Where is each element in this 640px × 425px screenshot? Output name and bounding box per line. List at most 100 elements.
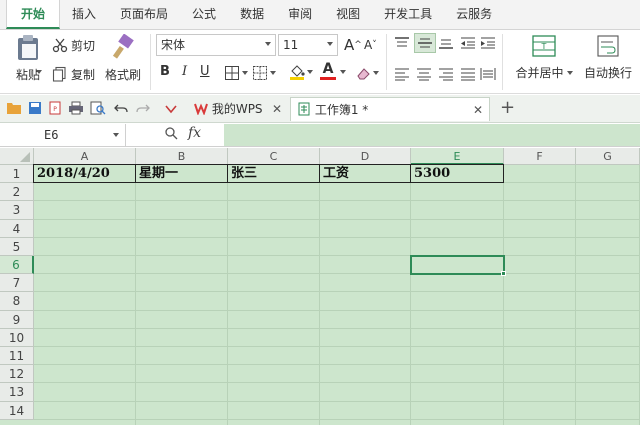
column-gridline (319, 165, 320, 425)
align-top-icon (395, 37, 409, 47)
column-header-d[interactable]: D (320, 148, 411, 165)
spreadsheet-grid[interactable]: ABCDEFG 1 2 3 4 5 6 7 8 9 10 11 12 13 14 2018/4/20 星期一… (0, 148, 640, 425)
format-painter-button[interactable]: 格式刷 (104, 34, 142, 88)
redo-button[interactable] (136, 101, 150, 115)
menu-tab[interactable]: 数据 (228, 0, 276, 29)
undo-icon (114, 104, 128, 113)
outdent-icon (461, 37, 475, 49)
customize-toolbar-button[interactable] (164, 103, 178, 115)
font-color-button[interactable]: A (320, 62, 336, 80)
save-button[interactable] (28, 101, 42, 115)
row-header-14[interactable]: 14 (0, 401, 34, 420)
cut-button[interactable]: 剪切 (52, 35, 95, 55)
clear-format-button[interactable] (356, 65, 379, 81)
name-box[interactable]: E6 (0, 124, 126, 146)
menu-tab[interactable]: 公式 (180, 0, 228, 29)
print-preview-button[interactable] (90, 101, 106, 115)
menu-tab[interactable]: 页面布局 (108, 0, 180, 29)
column-header-a[interactable]: A (34, 148, 136, 165)
row-header-10[interactable]: 10 (0, 328, 34, 347)
font-name-select[interactable]: 宋体 (156, 34, 276, 56)
paste-dropdown[interactable] (36, 70, 42, 74)
menu-tab[interactable]: 审阅 (276, 0, 324, 29)
distributed-align-button[interactable] (480, 67, 496, 81)
cell-b1[interactable]: 星期一 (136, 165, 178, 183)
select-all-corner[interactable] (0, 148, 34, 165)
cut-label: 剪切 (71, 38, 96, 53)
export-pdf-button[interactable]: P (48, 101, 62, 115)
fill-color-button[interactable] (288, 63, 313, 81)
zoom-formula-button[interactable] (164, 126, 178, 140)
menu-tab[interactable]: 插入 (60, 0, 108, 29)
save-icon (29, 102, 41, 114)
undo-button[interactable] (114, 101, 128, 115)
paste-button[interactable]: 粘贴 (8, 34, 48, 88)
row-header-1[interactable]: 1 (0, 165, 34, 184)
increase-indent-button[interactable] (480, 36, 496, 50)
close-icon[interactable]: ✕ (272, 97, 282, 121)
row-header-4[interactable]: 4 (0, 219, 34, 238)
indent-icon (481, 37, 495, 49)
align-center-button[interactable] (416, 67, 432, 81)
row-header-12[interactable]: 12 (0, 365, 34, 384)
row-header-7[interactable]: 7 (0, 274, 34, 293)
font-color-dropdown[interactable] (340, 70, 346, 74)
wrap-text-button[interactable]: 自动换行 (580, 34, 636, 88)
doc-tab-label: 我的WPS (211, 102, 263, 116)
column-header-b[interactable]: B (136, 148, 228, 165)
insert-function-button[interactable]: fx (188, 125, 201, 141)
row-header-9[interactable]: 9 (0, 310, 34, 329)
cell-c1[interactable]: 张三 (228, 165, 257, 183)
doc-tab-my-wps[interactable]: 我的WPS ✕ (188, 97, 288, 121)
fill-handle[interactable] (501, 271, 506, 277)
grow-font-button[interactable]: A ^ (344, 36, 362, 54)
menu-tab[interactable]: 开发工具 (372, 0, 444, 29)
menu-tab[interactable]: 云服务 (444, 0, 504, 29)
menu-tab[interactable]: 视图 (324, 0, 372, 29)
align-bottom-button[interactable] (438, 36, 454, 50)
align-right-button[interactable] (438, 67, 454, 81)
underline-button[interactable]: U (200, 64, 210, 79)
align-top-button[interactable] (394, 36, 410, 50)
font-size-select[interactable]: 11 (278, 34, 338, 56)
doc-tab-workbook[interactable]: 工作簿1 * ✕ (290, 97, 490, 121)
row-header-2[interactable]: 2 (0, 183, 34, 202)
column-header-c[interactable]: C (228, 148, 320, 165)
align-middle-button[interactable] (414, 33, 436, 53)
column-header-f[interactable]: F (504, 148, 576, 165)
row-header-3[interactable]: 3 (0, 201, 34, 220)
merge-center-button[interactable]: T 合并居中 (512, 34, 576, 88)
formula-input[interactable] (224, 124, 640, 146)
format-painter-label: 格式刷 (104, 68, 141, 82)
justify-button[interactable] (460, 67, 476, 81)
printer-icon (69, 101, 83, 115)
copy-button[interactable]: 复制 (52, 64, 95, 84)
font-name-value: 宋体 (161, 38, 186, 52)
row-header-6[interactable]: 6 (0, 256, 34, 275)
shrink-font-button[interactable]: A ˅ (364, 38, 377, 52)
cell-a1[interactable]: 2018/4/20 (34, 165, 110, 183)
row-header-11[interactable]: 11 (0, 347, 34, 366)
border-button[interactable] (224, 65, 248, 81)
print-button[interactable] (68, 101, 84, 115)
row-header-5[interactable]: 5 (0, 237, 34, 256)
decrease-indent-button[interactable] (460, 36, 476, 50)
cell-d1[interactable]: 工资 (320, 165, 349, 183)
open-folder-button[interactable] (6, 101, 22, 115)
menu-tab[interactable]: 开始 (6, 0, 61, 29)
cell-e1[interactable]: 5300 (411, 165, 450, 183)
close-icon[interactable]: ✕ (473, 98, 483, 122)
column-header-e[interactable]: E (411, 148, 504, 165)
bold-button[interactable]: B (160, 64, 170, 79)
row-header-13[interactable]: 13 (0, 383, 34, 402)
italic-button[interactable]: I (182, 64, 187, 79)
column-gridline (135, 165, 136, 425)
column-header-g[interactable]: G (576, 148, 640, 165)
fill-pattern-button[interactable] (252, 65, 276, 81)
align-middle-icon (418, 38, 432, 48)
new-tab-button[interactable]: + (494, 97, 515, 121)
row-gridline (34, 327, 640, 329)
column-gridline (410, 165, 411, 425)
align-left-button[interactable] (394, 67, 410, 81)
row-header-8[interactable]: 8 (0, 292, 34, 311)
